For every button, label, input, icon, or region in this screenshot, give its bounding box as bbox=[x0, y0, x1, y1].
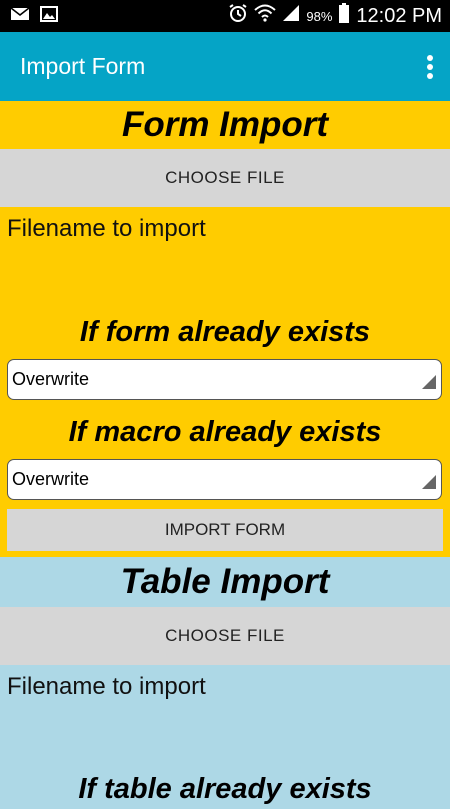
battery-percent: 98% bbox=[306, 8, 333, 24]
signal-icon bbox=[282, 4, 300, 28]
table-import-section: Table Import CHOOSE FILE Filename to imp… bbox=[0, 557, 450, 805]
form-exists-select[interactable]: Overwrite bbox=[7, 359, 442, 400]
wifi-icon bbox=[254, 4, 277, 28]
overflow-menu-icon[interactable] bbox=[410, 32, 450, 101]
app-bar: Import Form bbox=[0, 32, 450, 101]
table-choose-file-button[interactable]: CHOOSE FILE bbox=[0, 607, 450, 665]
table-import-heading: Table Import bbox=[120, 562, 330, 601]
import-form-button[interactable]: IMPORT FORM bbox=[7, 509, 443, 551]
macro-exists-heading: If macro already exists bbox=[68, 416, 382, 448]
table-exists-heading: If table already exists bbox=[78, 773, 372, 805]
form-exists-value: Overwrite bbox=[12, 369, 90, 389]
mail-icon bbox=[10, 6, 30, 27]
battery-icon bbox=[338, 3, 350, 29]
clock: 12:02 PM bbox=[356, 4, 442, 27]
dropdown-arrow-icon bbox=[422, 473, 436, 494]
form-exists-heading: If form already exists bbox=[79, 316, 371, 348]
form-filename-label: Filename to import bbox=[7, 215, 206, 242]
table-filename-label: Filename to import bbox=[7, 673, 206, 700]
dropdown-arrow-icon bbox=[422, 373, 436, 394]
form-import-heading: Form Import bbox=[121, 105, 329, 144]
form-import-section: Form Import CHOOSE FILE Filename to impo… bbox=[0, 101, 450, 557]
image-icon bbox=[40, 5, 58, 27]
status-bar: 98% 12:02 PM bbox=[0, 0, 450, 32]
macro-exists-value: Overwrite bbox=[12, 469, 90, 489]
alarm-icon bbox=[228, 3, 248, 29]
app-title: Import Form bbox=[20, 53, 146, 79]
macro-exists-select[interactable]: Overwrite bbox=[7, 459, 442, 500]
form-choose-file-button[interactable]: CHOOSE FILE bbox=[0, 149, 450, 207]
